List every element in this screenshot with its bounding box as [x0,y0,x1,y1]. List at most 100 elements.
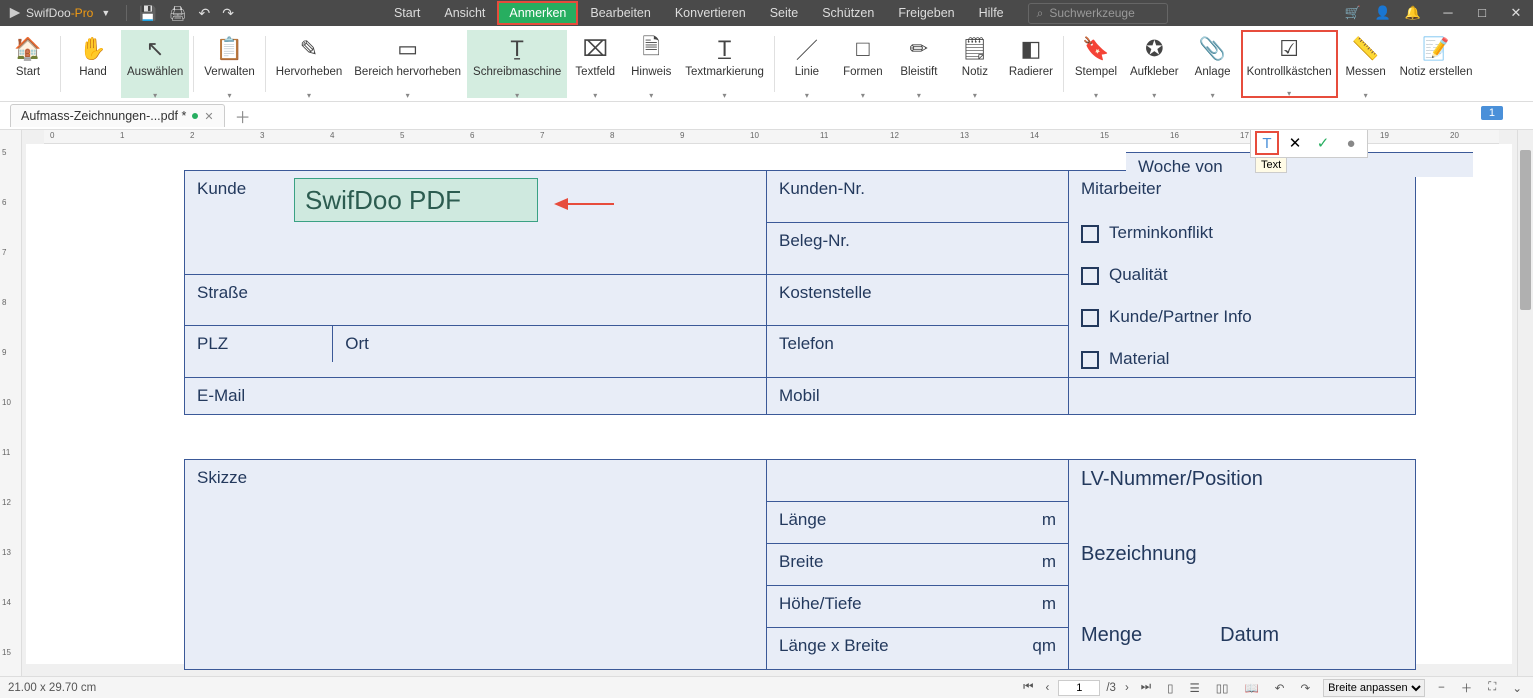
vertical-scrollbar[interactable] [1517,130,1533,676]
field-bezeichnung: Bezeichnung [1081,543,1403,566]
menu-ansicht[interactable]: Ansicht [432,1,497,25]
float-check-button[interactable]: ✓ [1311,131,1335,155]
label-qualitaet: Qualität [1109,265,1168,284]
view-continuous-icon[interactable]: ☰ [1186,681,1202,695]
collapse-icon[interactable]: ⌄ [1509,681,1525,695]
view-single-icon[interactable]: ▯ [1164,681,1176,695]
page-number-input[interactable] [1058,680,1100,696]
prev-page-button[interactable]: ‹ [1043,682,1053,694]
cursor-icon: ↖ [146,34,164,64]
document-canvas[interactable]: 0123456789101112131415161718192021 T ✕ ✓… [22,130,1517,676]
window-controls: ─ □ ✕ [1431,5,1533,21]
menu-anmerken[interactable]: Anmerken [497,1,578,25]
tool-checkbox[interactable]: ☑Kontrollkästchen▾ [1241,30,1338,98]
scrollbar-thumb[interactable] [1520,150,1531,310]
label-terminkonflikt: Terminkonflikt [1109,223,1213,242]
menu-hilfe[interactable]: Hilfe [967,1,1016,25]
pdf-page[interactable]: T ✕ ✓ ● Text Woche von Kunde Kunden-Nr. … [26,144,1512,664]
tool-select[interactable]: ↖Auswählen▾ [121,30,189,98]
field-blank [767,460,1069,502]
menu-seite[interactable]: Seite [758,1,811,25]
tool-shapes[interactable]: □Formen▾ [835,30,891,98]
menu-schuetzen[interactable]: Schützen [810,1,886,25]
tool-area-highlight[interactable]: ▭Bereich hervorheben▾ [348,30,467,98]
user-icon[interactable]: 👤 [1375,5,1391,21]
document-tab[interactable]: Aufmass-Zeichnungen-...pdf * ✕ [10,104,225,127]
first-page-button[interactable]: ⏮ [1020,681,1036,694]
tool-note[interactable]: 🗒Notiz▾ [947,30,1003,98]
rotate-right-icon[interactable]: ↷ [1297,681,1313,695]
area-highlight-icon: ▭ [397,34,418,64]
status-dimensions: 21.00 x 29.70 cm [8,682,96,694]
float-dot-button[interactable]: ● [1339,131,1363,155]
vertical-ruler: 56789101112131415 [0,130,22,676]
tool-attachment[interactable]: 📎Anlage▾ [1185,30,1241,98]
tool-textfield[interactable]: ⌧Textfeld▾ [567,30,623,98]
app-menu-caret-icon[interactable]: ▼ [101,8,110,18]
shapes-icon: □ [856,34,869,64]
float-cancel-button[interactable]: ✕ [1283,131,1307,155]
field-datum: Datum [1220,624,1279,647]
menu-start[interactable]: Start [382,1,432,25]
close-button[interactable]: ✕ [1499,5,1533,21]
zoom-in-button[interactable]: ＋ [1458,680,1476,696]
tool-stamp[interactable]: 🔖Stempel▾ [1068,30,1124,98]
search-tools[interactable]: ⌕ Suchwerkzeuge [1028,3,1168,24]
checkbox-partnerinfo[interactable] [1081,309,1099,327]
rotate-left-icon[interactable]: ↶ [1272,681,1288,695]
last-page-button[interactable]: ⏭ [1138,681,1154,694]
eraser-icon: ◧ [1021,34,1042,64]
tool-create-note[interactable]: 📝Notiz erstellen [1394,30,1479,98]
attachment-icon: 📎 [1199,34,1226,64]
app-logo: SwifDoo-Pro ▼ [0,6,122,20]
field-lv: LV-Nummer/Position [1081,468,1403,491]
tool-manage[interactable]: 📋Verwalten▾ [198,30,261,98]
page-count-badge: 1 [1481,106,1503,120]
checkbox-qualitaet[interactable] [1081,267,1099,285]
tool-typewriter[interactable]: ṮSchreibmaschine▾ [467,30,567,98]
tool-eraser[interactable]: ◧Radierer [1003,30,1059,98]
checkbox-material[interactable] [1081,351,1099,369]
tab-close-icon[interactable]: ✕ [204,110,213,123]
menu-freigeben[interactable]: Freigeben [886,1,966,25]
note-icon: 🗒 [961,34,989,64]
pencil-icon: ✏ [910,34,928,64]
view-book-icon[interactable]: 📖 [1241,681,1261,695]
typewriter-textbox[interactable]: SwifDoo PDF [294,178,538,222]
manage-icon: 📋 [216,34,243,64]
bell-icon[interactable]: 🔔 [1405,5,1421,21]
tool-highlight[interactable]: ✎Hervorheben▾ [270,30,348,98]
field-kostenstelle: Kostenstelle [767,274,1069,326]
tool-hand[interactable]: ✋Hand [65,30,121,98]
tool-start[interactable]: 🏠Start [0,30,56,98]
cart-icon[interactable]: 🛒 [1344,5,1360,21]
view-two-page-icon[interactable]: ▯▯ [1213,681,1232,695]
tool-hint[interactable]: 🗎Hinweis▾ [623,30,679,98]
hint-icon: 🗎 [642,34,660,64]
minimize-button[interactable]: ─ [1431,5,1465,21]
tab-filename: Aufmass-Zeichnungen-...pdf * [21,109,186,123]
maximize-button[interactable]: □ [1465,5,1499,21]
zoom-fit-select[interactable]: Breite anpassen [1323,679,1425,697]
save-icon[interactable]: 💾 [139,5,156,22]
print-icon[interactable]: 🖨 [169,5,187,22]
textfield-icon: ⌧ [583,34,608,64]
zoom-out-button[interactable]: − [1435,682,1448,694]
undo-icon[interactable]: ↶ [199,5,211,22]
next-page-button[interactable]: › [1122,682,1132,694]
tool-measure[interactable]: 📏Messen▾ [1338,30,1394,98]
fullscreen-icon[interactable]: ⛶ [1485,681,1499,694]
menu-bearbeiten[interactable]: Bearbeiten [578,1,662,25]
add-tab-button[interactable]: ＋ [235,104,251,128]
tool-textmark[interactable]: T̲Textmarkierung▾ [679,30,770,98]
menu-konvertieren[interactable]: Konvertieren [663,1,758,25]
field-lxb: Länge x Breiteqm [767,628,1069,670]
tool-sticker[interactable]: ✪Aufkleber▾ [1124,30,1185,98]
tool-pencil[interactable]: ✏Bleistift▾ [891,30,947,98]
tool-line[interactable]: ／Linie▾ [779,30,835,98]
stamp-icon: 🔖 [1082,34,1109,64]
float-text-button[interactable]: T [1255,131,1279,155]
redo-icon[interactable]: ↷ [222,5,234,22]
checkbox-terminkonflikt[interactable] [1081,225,1099,243]
textmark-icon: T̲ [718,34,731,64]
